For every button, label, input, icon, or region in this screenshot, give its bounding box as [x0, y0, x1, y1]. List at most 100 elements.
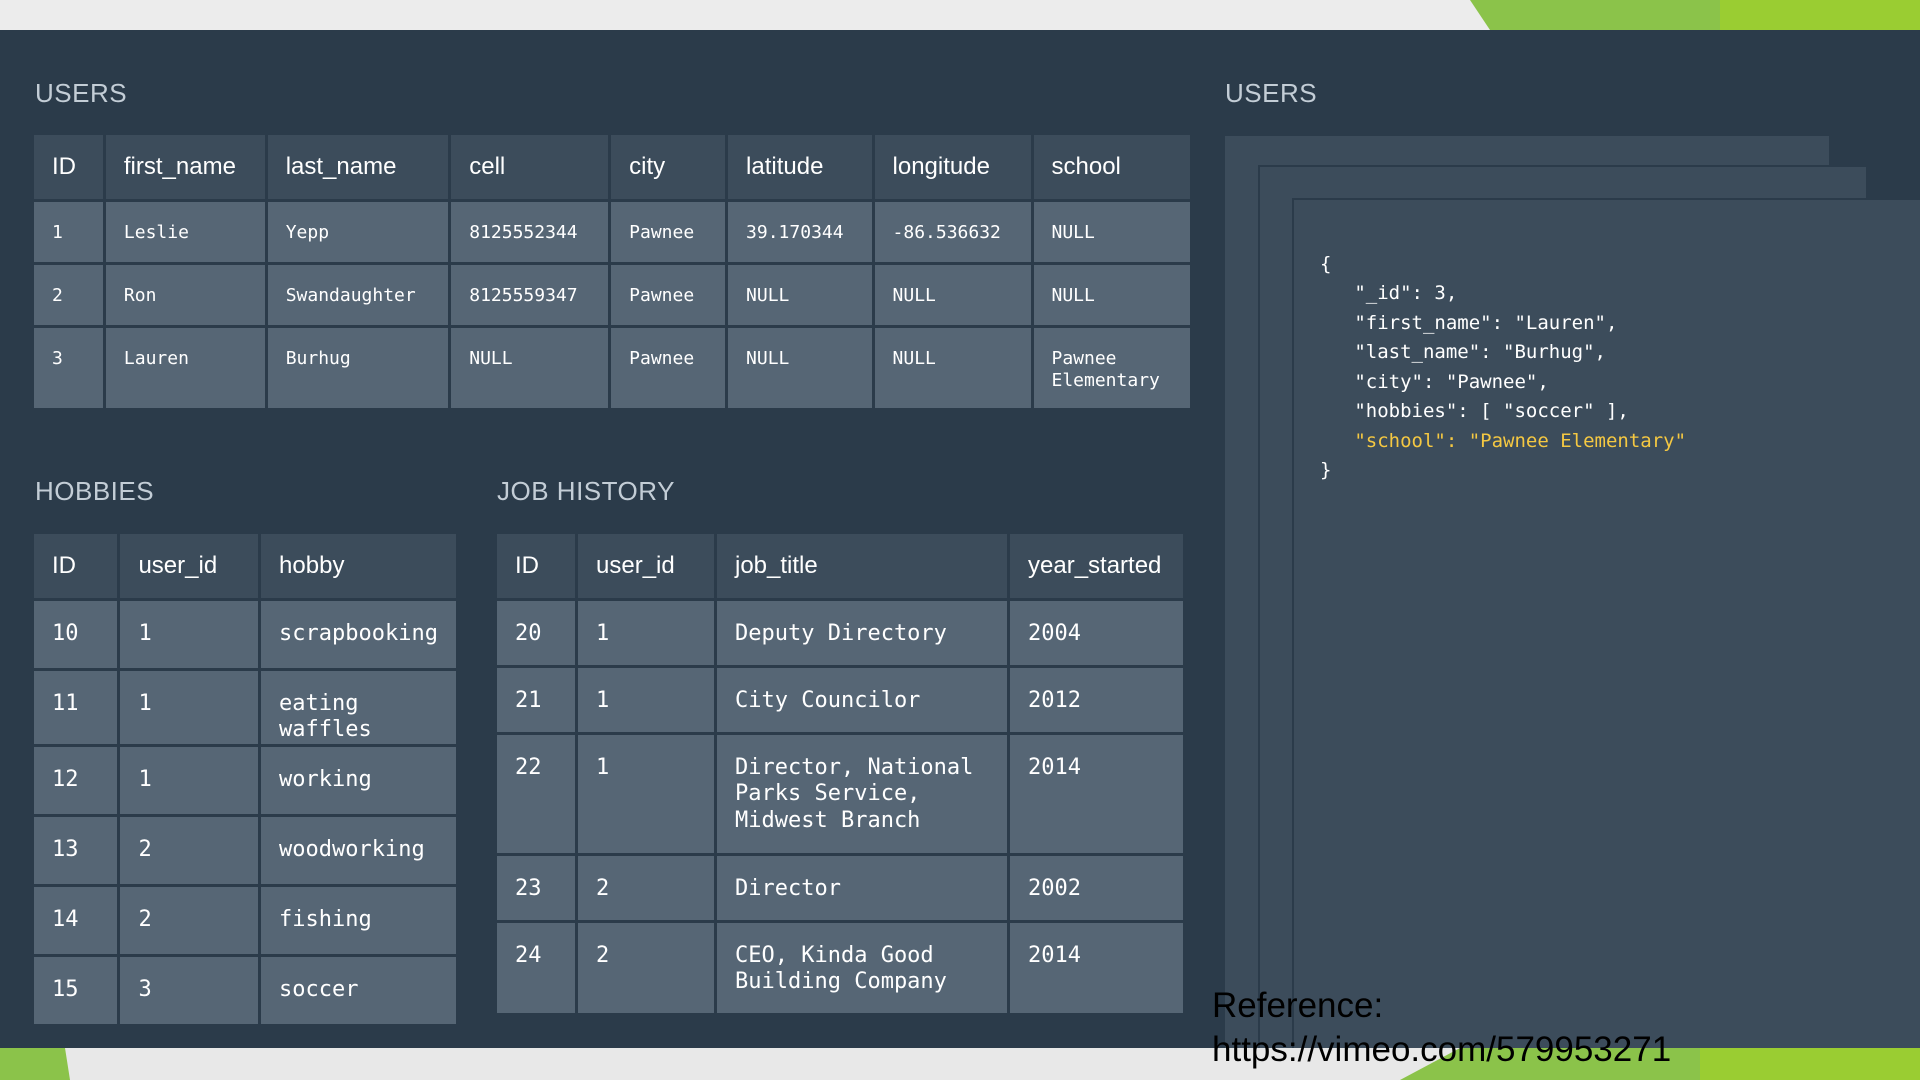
- column-header: year_started: [1010, 534, 1183, 598]
- table-cell: NULL: [874, 328, 1031, 408]
- table-cell: NULL: [874, 265, 1031, 325]
- accent-stripe-bottom-right-light: [1700, 1048, 1920, 1080]
- table-cell: 2: [578, 923, 714, 1013]
- table-cell: Burhug: [267, 328, 449, 408]
- table-cell: -86.536632: [874, 202, 1031, 262]
- table-cell: 1: [120, 601, 259, 668]
- table-row: 1 Leslie Yepp 8125552344 Pawnee 39.17034…: [34, 202, 1190, 262]
- table-cell: 12: [34, 746, 118, 814]
- table-cell: Pawnee: [611, 202, 726, 262]
- column-header: hobby: [261, 534, 456, 598]
- table-cell: Lauren: [105, 328, 265, 408]
- table-cell: NULL: [728, 328, 872, 408]
- jobs-section-title: JOB HISTORY: [497, 476, 675, 506]
- table-cell: soccer: [261, 956, 456, 1024]
- table-cell: 10: [34, 601, 118, 668]
- table-cell: Director: [717, 856, 1007, 920]
- table-cell: 2002: [1010, 856, 1183, 920]
- table-cell: Deputy Directory: [717, 601, 1007, 665]
- table-cell: 8125552344: [451, 202, 609, 262]
- table-cell: 20: [497, 601, 575, 665]
- table-cell: 24: [497, 923, 575, 1013]
- table-row: 14 2 fishing: [34, 886, 456, 954]
- table-row: 15 3 soccer: [34, 956, 456, 1024]
- accent-stripe-top-light: [1720, 0, 1920, 30]
- column-header: first_name: [105, 135, 265, 199]
- table-cell: 1: [34, 202, 103, 262]
- table-cell: 1: [578, 601, 714, 665]
- column-header: last_name: [267, 135, 449, 199]
- column-header: longitude: [874, 135, 1031, 199]
- table-cell: Pawnee Elementary: [1033, 328, 1190, 408]
- table-cell: NULL: [451, 328, 609, 408]
- table-cell: 11: [34, 671, 118, 744]
- column-header: latitude: [728, 135, 872, 199]
- json-line: "hobbies": [ "soccer" ],: [1320, 400, 1629, 422]
- users-header-row: ID first_name last_name cell city latitu…: [34, 135, 1190, 199]
- users-table: ID first_name last_name cell city latitu…: [31, 132, 1193, 411]
- json-line-highlighted: "school": "Pawnee Elementary": [1320, 429, 1687, 452]
- table-cell: 1: [578, 668, 714, 732]
- json-line: "_id": 3,: [1320, 282, 1458, 304]
- accent-stripe-bottom-left: [0, 1048, 70, 1080]
- json-line: "first_name": "Lauren",: [1320, 311, 1618, 334]
- hobbies-table: ID user_id hobby 10 1 scrapbooking 11 1 …: [31, 531, 459, 1027]
- table-cell: Leslie: [105, 202, 265, 262]
- column-header: school: [1033, 135, 1190, 199]
- table-cell: 14: [34, 886, 118, 954]
- table-row: 11 1 eating waffles: [34, 671, 456, 744]
- jobs-header-row: ID user_id job_title year_started: [497, 534, 1183, 598]
- document-json: { "_id": 3, "first_name": "Lauren", "las…: [1320, 220, 1686, 515]
- table-row: 24 2 CEO, Kinda Good Building Company 20…: [497, 923, 1183, 1013]
- table-row: 13 2 woodworking: [34, 816, 456, 884]
- table-cell: NULL: [1033, 202, 1190, 262]
- table-cell: Pawnee: [611, 328, 726, 408]
- document-section-title: USERS: [1225, 78, 1318, 108]
- table-cell: 2014: [1010, 735, 1183, 853]
- users-section-title: USERS: [35, 78, 128, 108]
- table-cell: 23: [497, 856, 575, 920]
- json-line: }: [1320, 459, 1332, 481]
- table-cell: working: [261, 746, 456, 814]
- table-row: 21 1 City Councilor 2012: [497, 668, 1183, 732]
- table-cell: 2: [120, 886, 259, 954]
- column-header: city: [611, 135, 726, 199]
- table-row: 3 Lauren Burhug NULL Pawnee NULL NULL Pa…: [34, 328, 1190, 408]
- job-history-table: ID user_id job_title year_started 20 1 D…: [494, 531, 1186, 1016]
- column-header: job_title: [717, 534, 1007, 598]
- column-header: ID: [497, 534, 575, 598]
- table-cell: 15: [34, 956, 118, 1024]
- table-cell: 21: [497, 668, 575, 732]
- table-cell: woodworking: [261, 816, 456, 884]
- column-header: user_id: [120, 534, 259, 598]
- table-cell: City Councilor: [717, 668, 1007, 732]
- table-row: 2 Ron Swandaughter 8125559347 Pawnee NUL…: [34, 265, 1190, 325]
- reference-url[interactable]: https://vimeo.com/579953271: [1212, 1028, 1671, 1072]
- json-line: "city": "Pawnee",: [1320, 370, 1549, 393]
- table-row: 23 2 Director 2002: [497, 856, 1183, 920]
- table-cell: 3: [120, 956, 259, 1024]
- table-cell: Director, National Parks Service, Midwes…: [717, 735, 1007, 853]
- table-cell: 2: [34, 265, 103, 325]
- table-cell: CEO, Kinda Good Building Company: [717, 923, 1007, 1013]
- table-cell: 1: [120, 746, 259, 814]
- column-header: ID: [34, 534, 118, 598]
- json-line: "last_name": "Burhug",: [1320, 341, 1606, 363]
- table-cell: Yepp: [267, 202, 449, 262]
- table-cell: 8125559347: [451, 265, 609, 325]
- table-row: 22 1 Director, National Parks Service, M…: [497, 735, 1183, 853]
- column-header: ID: [34, 135, 103, 199]
- table-cell: 39.170344: [728, 202, 872, 262]
- table-row: 20 1 Deputy Directory 2004: [497, 601, 1183, 665]
- table-cell: fishing: [261, 886, 456, 954]
- hobbies-section-title: HOBBIES: [35, 476, 155, 506]
- table-cell: 1: [120, 671, 259, 744]
- table-row: 10 1 scrapbooking: [34, 601, 456, 668]
- reference-label: Reference:: [1212, 986, 1384, 1025]
- table-cell: NULL: [728, 265, 872, 325]
- table-cell: 22: [497, 735, 575, 853]
- table-cell: scrapbooking: [261, 601, 456, 668]
- json-line: {: [1320, 252, 1332, 275]
- table-cell: 2004: [1010, 601, 1183, 665]
- table-cell: 2012: [1010, 668, 1183, 732]
